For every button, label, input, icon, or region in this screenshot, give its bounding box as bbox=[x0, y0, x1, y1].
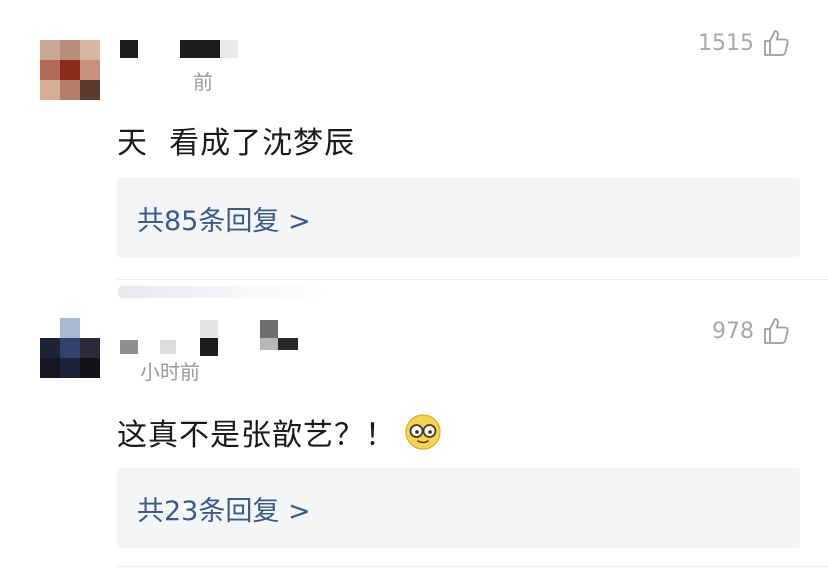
like-control[interactable]: 1515 bbox=[698, 28, 790, 58]
thumbs-up-icon[interactable] bbox=[762, 316, 790, 346]
replies-label: 共85条回复 > bbox=[137, 205, 311, 237]
comment-body: 这真不是张歆艺？！ bbox=[117, 418, 396, 453]
view-replies-button[interactable]: 共23条回复 > bbox=[117, 468, 800, 548]
like-count: 1515 bbox=[698, 30, 754, 56]
divider bbox=[117, 279, 828, 280]
username[interactable] bbox=[118, 38, 238, 62]
avatar[interactable] bbox=[40, 40, 100, 100]
comment-item: 前 1515 天 看成了沈梦辰 共85条回复 > bbox=[0, 0, 828, 280]
like-control[interactable]: 978 bbox=[712, 316, 790, 346]
comment-item: 小时前 978 这真不是张歆艺？！ 共23条回复 > bbox=[0, 300, 828, 571]
divider bbox=[117, 566, 828, 567]
comment-text: 天 看成了沈梦辰 bbox=[117, 118, 355, 162]
avatar[interactable] bbox=[40, 318, 100, 378]
like-count: 978 bbox=[712, 318, 754, 344]
comment-text: 这真不是张歆艺？！ bbox=[117, 410, 442, 454]
comment-body: 天 看成了沈梦辰 bbox=[117, 126, 356, 161]
nerd-glasses-emoji-icon bbox=[405, 414, 441, 450]
comment-time: 前 bbox=[193, 70, 213, 94]
comment-time: 小时前 bbox=[140, 360, 200, 384]
blur-artifact bbox=[118, 286, 328, 298]
view-replies-button[interactable]: 共85条回复 > bbox=[117, 178, 800, 258]
username[interactable] bbox=[118, 316, 308, 356]
replies-label: 共23条回复 > bbox=[137, 495, 311, 527]
thumbs-up-icon[interactable] bbox=[762, 28, 790, 58]
